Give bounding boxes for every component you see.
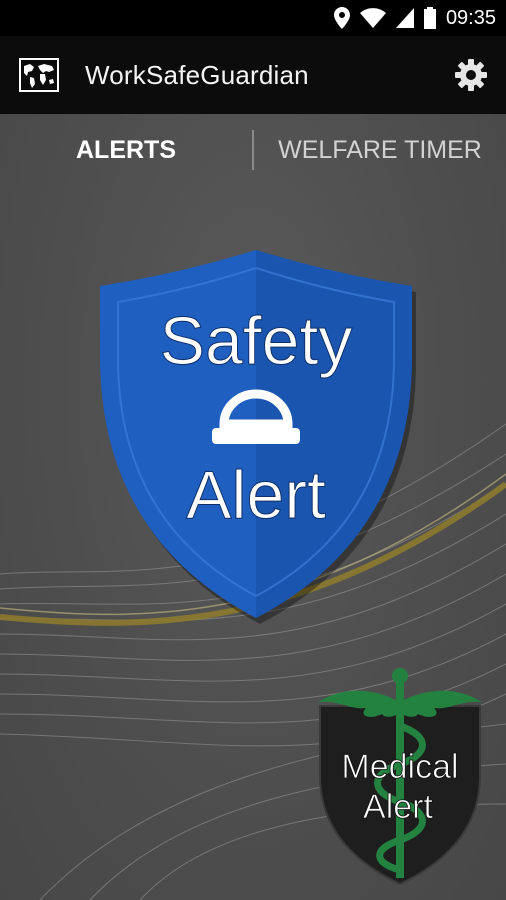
medical-alert-button[interactable]: Medical Alert [310, 666, 490, 888]
gear-icon[interactable] [454, 58, 488, 92]
medical-alert-line2: Alert [363, 788, 433, 826]
content-area: ALERTS WELFARE TIMER Safety Alert Medica… [0, 114, 506, 900]
app-title: WorkSafeGuardian [85, 59, 309, 90]
tab-bar: ALERTS WELFARE TIMER [0, 114, 506, 186]
battery-icon [423, 7, 436, 29]
tab-alerts[interactable]: ALERTS [0, 136, 252, 165]
tab-welfare-timer[interactable]: WELFARE TIMER [254, 136, 506, 165]
safety-alert-button[interactable]: Safety Alert [88, 246, 424, 626]
status-bar: 09:35 [0, 0, 506, 36]
medical-alert-line1: Medical [341, 748, 458, 786]
safety-alert-line1: Safety [160, 303, 353, 379]
action-bar: WorkSafeGuardian [0, 36, 506, 114]
location-icon [333, 7, 350, 29]
signal-icon [395, 8, 414, 28]
safety-alert-line2: Alert [186, 457, 326, 533]
world-map-icon[interactable] [19, 58, 59, 92]
wifi-icon [359, 8, 386, 28]
status-time: 09:35 [445, 6, 496, 29]
